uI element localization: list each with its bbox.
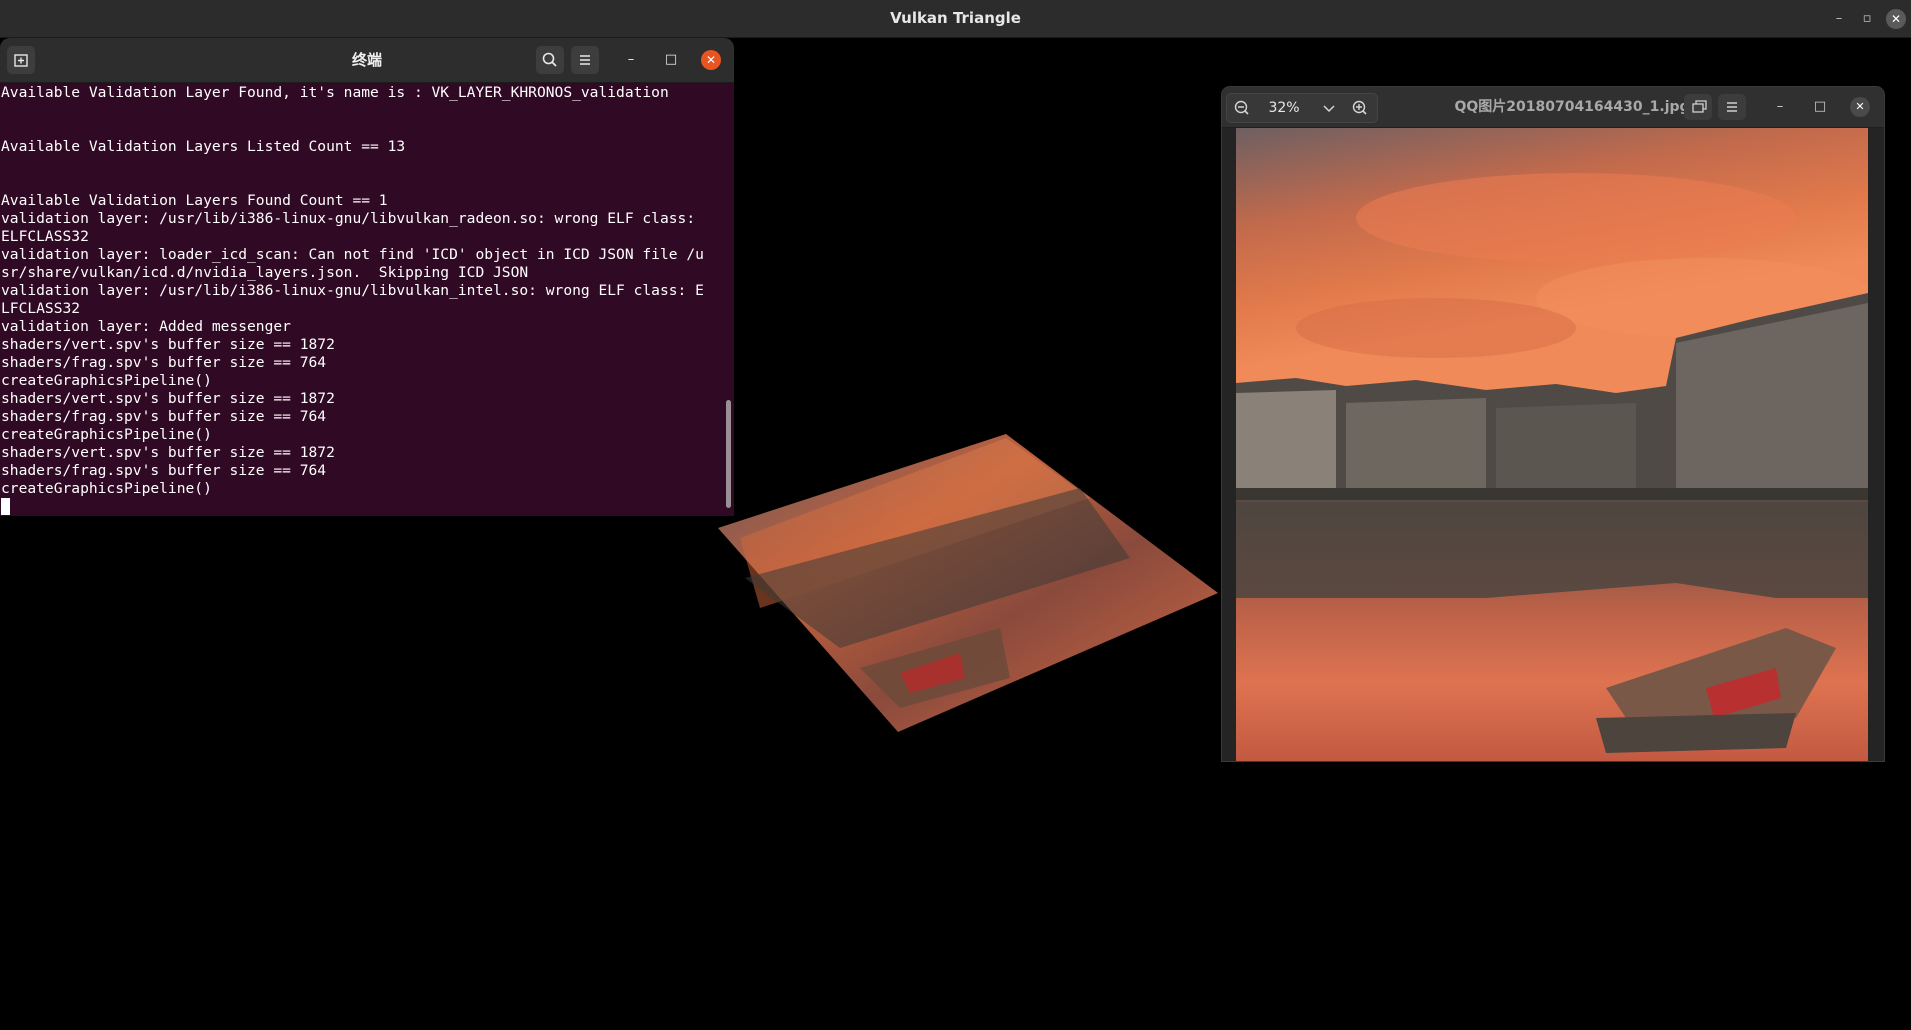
terminal-line: sr/share/vulkan/icd.d/nvidia_layers.json…: [1, 264, 529, 281]
displayed-photo: [1236, 128, 1868, 761]
terminal-line: validation layer: Added messenger: [1, 318, 291, 335]
zoom-in-icon[interactable]: [1345, 94, 1375, 122]
terminal-close-button[interactable]: ✕: [701, 50, 721, 70]
terminal-line: createGraphicsPipeline(): [1, 480, 212, 497]
terminal-line: Available Validation Layer Found, it's n…: [1, 84, 669, 101]
image-viewer-window[interactable]: 32% QQ图片20180704164430_1.jpg – □ ✕: [1222, 87, 1884, 761]
image-viewer-title: QQ图片20180704164430_1.jpg: [1454, 99, 1690, 115]
chevron-down-icon[interactable]: [1315, 94, 1343, 122]
textured-quad: [718, 434, 1218, 732]
terminal-scrollbar[interactable]: [726, 400, 731, 508]
terminal-header[interactable]: 终端 – □ ✕: [0, 38, 734, 83]
terminal-line: shaders/vert.spv's buffer size == 1872: [1, 444, 335, 461]
terminal-line: createGraphicsPipeline(): [1, 426, 212, 443]
terminal-line: createGraphicsPipeline(): [1, 372, 212, 389]
terminal-window[interactable]: 终端 – □ ✕ Available Validation Layer Foun…: [0, 38, 734, 516]
vulkan-window-title: Vulkan Triangle: [890, 9, 1021, 27]
terminal-output[interactable]: Available Validation Layer Found, it's n…: [0, 82, 721, 516]
viewer-minimize-button[interactable]: –: [1770, 97, 1790, 117]
image-viewer-canvas[interactable]: [1222, 128, 1884, 761]
terminal-line: validation layer: /usr/lib/i386-linux-gn…: [1, 210, 696, 227]
terminal-line: LFCLASS32: [1, 300, 81, 317]
terminal-line: shaders/frag.spv's buffer size == 764: [1, 408, 327, 425]
vulkan-close-button[interactable]: ✕: [1886, 9, 1906, 29]
terminal-line: shaders/frag.spv's buffer size == 764: [1, 354, 327, 371]
terminal-line: shaders/vert.spv's buffer size == 1872: [1, 390, 335, 407]
viewer-maximize-button[interactable]: □: [1810, 97, 1830, 117]
vulkan-restore-button[interactable]: ▫: [1857, 9, 1877, 29]
zoom-control[interactable]: 32%: [1226, 93, 1378, 123]
terminal-line: validation layer: /usr/lib/i386-linux-gn…: [1, 282, 704, 299]
terminal-maximize-button[interactable]: □: [661, 50, 681, 70]
vulkan-minimize-button[interactable]: –: [1829, 9, 1849, 29]
terminal-line: validation layer: loader_icd_scan: Can n…: [1, 246, 704, 263]
vulkan-window-titlebar[interactable]: Vulkan Triangle – ▫ ✕: [0, 0, 1911, 38]
rotate-icon[interactable]: [1684, 94, 1712, 120]
zoom-level[interactable]: 32%: [1259, 94, 1309, 122]
terminal-line: ELFCLASS32: [1, 228, 89, 245]
hamburger-menu-icon[interactable]: [571, 46, 599, 74]
viewer-close-button[interactable]: ✕: [1850, 97, 1870, 117]
terminal-cursor: [1, 498, 10, 515]
terminal-line: shaders/vert.spv's buffer size == 1872: [1, 336, 335, 353]
terminal-line: Available Validation Layers Found Count …: [1, 192, 388, 209]
terminal-line: shaders/frag.spv's buffer size == 764: [1, 462, 327, 479]
hamburger-menu-icon[interactable]: [1718, 94, 1746, 120]
terminal-prompt-line[interactable]: [1, 498, 721, 516]
image-viewer-header[interactable]: 32% QQ图片20180704164430_1.jpg – □ ✕: [1222, 87, 1884, 128]
search-icon[interactable]: [536, 46, 564, 74]
zoom-out-icon[interactable]: [1227, 94, 1257, 122]
terminal-minimize-button[interactable]: –: [621, 50, 641, 70]
terminal-line: Available Validation Layers Listed Count…: [1, 138, 406, 155]
